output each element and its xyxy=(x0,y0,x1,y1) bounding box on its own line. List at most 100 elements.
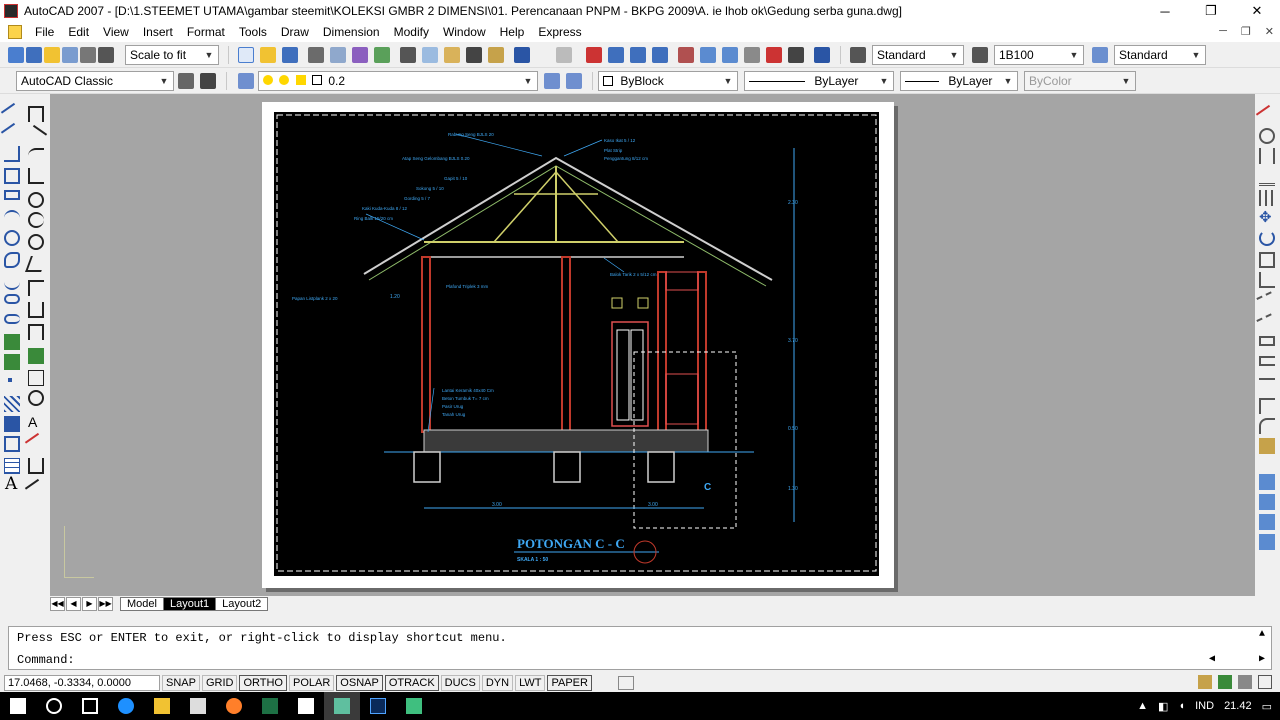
open-folder-icon[interactable] xyxy=(44,47,60,63)
menu-window[interactable]: Window xyxy=(436,25,493,39)
toggle-ducs[interactable]: DUCS xyxy=(440,675,480,691)
tray-apps-icon[interactable]: ▲ xyxy=(1137,700,1148,712)
scroll-right-icon[interactable]: ▶ xyxy=(1259,653,1265,665)
toggle-polar[interactable]: POLAR xyxy=(289,675,335,691)
restore-button[interactable]: ❐ xyxy=(1188,0,1234,22)
dimension-update-icon[interactable] xyxy=(28,458,44,474)
minimize-button[interactable]: ─ xyxy=(1142,0,1188,22)
table-style-select[interactable]: Standard ▼ xyxy=(1114,45,1206,65)
task-view-icon[interactable] xyxy=(72,692,108,720)
menu-express[interactable]: Express xyxy=(531,25,588,39)
windows-start-icon[interactable] xyxy=(0,692,36,720)
text-style-icon[interactable] xyxy=(850,47,866,63)
menu-file[interactable]: File xyxy=(28,25,61,39)
spline-icon[interactable] xyxy=(4,274,20,290)
cut-icon[interactable] xyxy=(400,47,416,63)
polygon-icon[interactable] xyxy=(4,168,20,184)
menu-dimension[interactable]: Dimension xyxy=(316,25,387,39)
make-current-layer-icon[interactable] xyxy=(544,73,560,89)
zoom-previous-icon[interactable] xyxy=(652,47,668,63)
document-icon[interactable] xyxy=(8,25,22,39)
arc-icon[interactable] xyxy=(4,210,20,226)
linetype-select[interactable]: ByLayer ▼ xyxy=(744,71,894,91)
next-tab-icon[interactable]: ▶ xyxy=(82,597,97,611)
continue-icon[interactable] xyxy=(28,324,44,340)
join-icon[interactable] xyxy=(1259,378,1275,394)
jogged-icon[interactable] xyxy=(28,212,44,228)
rotate-icon[interactable] xyxy=(1259,230,1275,246)
app-icon[interactable] xyxy=(396,692,432,720)
last-tab-icon[interactable]: ▶▶ xyxy=(98,597,113,611)
trim-icon[interactable] xyxy=(1256,291,1278,313)
dim-style-icon[interactable] xyxy=(972,47,988,63)
file-explorer-icon[interactable] xyxy=(144,692,180,720)
dimension-edit-icon[interactable]: A xyxy=(28,414,44,430)
trays-icon[interactable] xyxy=(1218,675,1232,689)
polyline-icon[interactable] xyxy=(4,146,20,162)
3d-dwf-icon[interactable] xyxy=(374,47,390,63)
line-icon[interactable] xyxy=(0,102,24,126)
point-icon[interactable] xyxy=(8,378,12,382)
erase-icon[interactable] xyxy=(1255,104,1279,128)
gradient-icon[interactable] xyxy=(4,416,20,432)
scroll-left-icon[interactable]: ◀ xyxy=(1209,653,1215,665)
doc-minimize-icon[interactable]: ─ xyxy=(1219,25,1227,38)
make-block-icon[interactable] xyxy=(4,354,20,370)
toggle-snap[interactable]: SNAP xyxy=(162,675,200,691)
draw-order-front-icon[interactable] xyxy=(1259,474,1275,490)
tab-layout2[interactable]: Layout2 xyxy=(215,597,269,611)
radius-icon[interactable] xyxy=(28,192,44,208)
diameter-icon[interactable] xyxy=(28,234,44,250)
new-file-icon[interactable] xyxy=(8,47,24,63)
offset-icon[interactable] xyxy=(1259,170,1275,186)
publish-icon[interactable] xyxy=(352,47,368,63)
tool-palettes-icon[interactable] xyxy=(722,47,738,63)
layer-select[interactable]: 0.2 ▼ xyxy=(258,71,538,91)
viewport-icon[interactable] xyxy=(98,47,114,63)
multiline-text-icon[interactable]: A xyxy=(5,476,21,493)
text-style-select[interactable]: Standard ▼ xyxy=(872,45,964,65)
notifications-icon[interactable]: ▭ xyxy=(1262,700,1272,713)
extend-icon[interactable] xyxy=(1256,313,1278,335)
quick-dimension-icon[interactable] xyxy=(28,280,44,296)
toggle-paper[interactable]: PAPER xyxy=(547,675,592,691)
scroll-up-icon[interactable]: ▲ xyxy=(1259,629,1265,640)
plotstyle-select[interactable]: ByColor ▼ xyxy=(1024,71,1136,91)
design-center-icon[interactable] xyxy=(700,47,716,63)
quick-leader-icon[interactable] xyxy=(28,348,44,364)
construction-line-icon[interactable] xyxy=(0,122,24,146)
zoom-realtime-icon[interactable] xyxy=(608,47,624,63)
menu-help[interactable]: Help xyxy=(493,25,532,39)
properties-icon[interactable] xyxy=(678,47,694,63)
prev-tab-icon[interactable]: ◀ xyxy=(66,597,81,611)
draw-order-back-icon[interactable] xyxy=(1259,494,1275,510)
menu-view[interactable]: View xyxy=(96,25,136,39)
toggle-dyn[interactable]: DYN xyxy=(481,675,514,691)
command-window[interactable]: Press ESC or ENTER to exit, or right-cli… xyxy=(8,626,1272,670)
menu-modify[interactable]: Modify xyxy=(387,25,436,39)
communication-center-icon[interactable] xyxy=(1198,675,1212,689)
network-icon[interactable]: ◧ xyxy=(1158,700,1168,713)
plot-scale-select[interactable]: Scale to fit ▼ xyxy=(125,45,219,65)
store-icon[interactable] xyxy=(180,692,216,720)
toggle-otrack[interactable]: OTRACK xyxy=(384,675,439,691)
plot-icon[interactable] xyxy=(308,47,324,63)
language-indicator[interactable]: IND xyxy=(1195,700,1214,712)
draw-order-under-icon[interactable] xyxy=(1259,534,1275,550)
open-icon[interactable] xyxy=(260,47,276,63)
search-icon[interactable] xyxy=(36,692,72,720)
break-icon[interactable] xyxy=(1259,356,1275,366)
aligned-dimension-icon[interactable] xyxy=(24,124,48,148)
autocad-app-icon[interactable] xyxy=(4,4,18,18)
close-button[interactable]: ✕ xyxy=(1234,0,1280,22)
move-icon[interactable]: ✥ xyxy=(1259,210,1275,226)
doc-restore-icon[interactable]: ❐ xyxy=(1241,25,1251,38)
drawing-viewport[interactable]: Rabung Seng BJLS 20 Kaso Ikat 5 / 12 Ata… xyxy=(274,112,879,576)
scale-icon[interactable] xyxy=(1259,252,1275,268)
clock[interactable]: 21.42 xyxy=(1224,700,1252,712)
first-tab-icon[interactable]: ◀◀ xyxy=(50,597,65,611)
help-icon[interactable] xyxy=(814,47,830,63)
toggle-grid[interactable]: GRID xyxy=(201,675,238,691)
array-icon[interactable] xyxy=(1259,190,1275,206)
ellipse-icon[interactable] xyxy=(4,294,20,304)
